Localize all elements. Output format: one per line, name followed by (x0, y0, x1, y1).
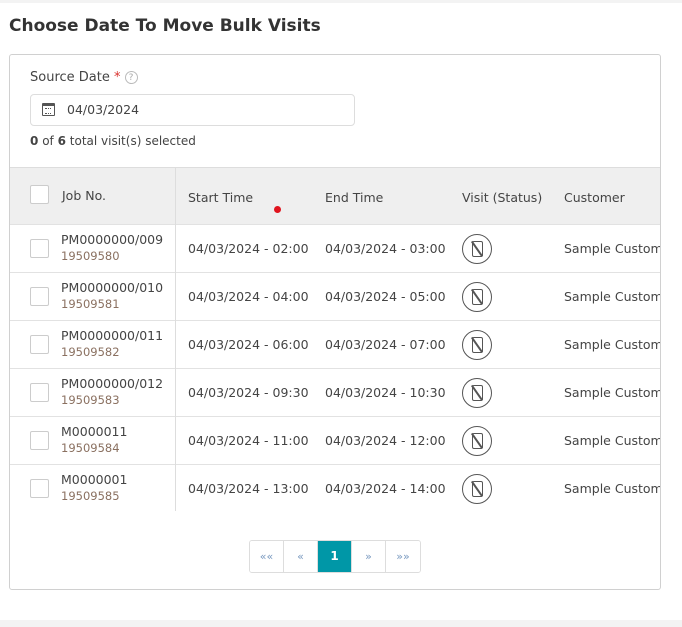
select-all-checkbox[interactable] (30, 185, 49, 204)
source-date-input[interactable]: 04/03/2024 (30, 94, 355, 126)
customer: Sample Customer (564, 385, 661, 400)
row-checkbox[interactable] (30, 335, 49, 354)
table-row[interactable]: PM0000000/010 19509581 04/03/2024 - 04:0… (10, 272, 661, 320)
end-time: 04/03/2024 - 03:00 (325, 241, 446, 256)
customer: Sample Customer (564, 289, 661, 304)
top-strip (0, 0, 682, 3)
job-id: 19509580 (61, 249, 120, 263)
page-title: Choose Date To Move Bulk Visits (9, 16, 321, 36)
start-time: 04/03/2024 - 13:00 (188, 481, 309, 496)
row-checkbox[interactable] (30, 287, 49, 306)
required-mark: * (114, 70, 121, 85)
col-end-time[interactable]: End Time (325, 190, 383, 205)
job-id: 19509581 (61, 297, 120, 311)
end-time: 04/03/2024 - 12:00 (325, 433, 446, 448)
start-time: 04/03/2024 - 02:00 (188, 241, 309, 256)
row-checkbox[interactable] (30, 431, 49, 450)
job-number[interactable]: M0000001 (61, 472, 127, 487)
row-checkbox[interactable] (30, 479, 49, 498)
end-time: 04/03/2024 - 07:00 (325, 337, 446, 352)
pagination: «« « 1 » »» (249, 540, 421, 573)
end-time: 04/03/2024 - 05:00 (325, 289, 446, 304)
end-time: 04/03/2024 - 10:30 (325, 385, 446, 400)
job-number[interactable]: PM0000000/010 (61, 280, 163, 295)
col-customer[interactable]: Customer (564, 190, 625, 205)
table-row[interactable]: M0000001 19509585 04/03/2024 - 13:00 04/… (10, 464, 661, 512)
job-id: 19509583 (61, 393, 120, 407)
sticky-column-divider (175, 167, 176, 511)
mobile-off-icon (462, 234, 492, 264)
selection-count: 0 of 6 total visit(s) selected (30, 134, 196, 148)
bulk-move-card: Source Date *? 04/03/2024 0 of 6 total v… (9, 54, 661, 590)
job-number[interactable]: PM0000000/011 (61, 328, 163, 343)
source-date-label: Source Date *? (30, 70, 138, 85)
mobile-off-icon (462, 282, 492, 312)
customer: Sample Customer (564, 337, 661, 352)
start-time: 04/03/2024 - 04:00 (188, 289, 309, 304)
mobile-off-icon (462, 474, 492, 504)
mobile-off-icon (462, 426, 492, 456)
table-header: Job No. Start Time End Time Visit (Statu… (10, 167, 660, 224)
col-visit-status[interactable]: Visit (Status) (462, 190, 542, 205)
start-time: 04/03/2024 - 11:00 (188, 433, 309, 448)
question-circle-icon[interactable]: ? (124, 71, 138, 84)
prev-page-button[interactable]: « (284, 541, 318, 572)
col-job-no[interactable]: Job No. (62, 188, 106, 203)
table-row[interactable]: PM0000000/009 19509580 04/03/2024 - 02:0… (10, 224, 661, 272)
table-row[interactable]: PM0000000/011 19509582 04/03/2024 - 06:0… (10, 320, 661, 368)
job-id: 19509584 (61, 441, 120, 455)
table-row[interactable]: M0000011 19509584 04/03/2024 - 11:00 04/… (10, 416, 661, 464)
visits-table: Job No. Start Time End Time Visit (Statu… (10, 167, 661, 527)
job-number[interactable]: PM0000000/012 (61, 376, 163, 391)
job-number[interactable]: PM0000000/009 (61, 232, 163, 247)
table-row[interactable]: PM0000000/012 19509583 04/03/2024 - 09:3… (10, 368, 661, 416)
end-time: 04/03/2024 - 14:00 (325, 481, 446, 496)
page-1-button[interactable]: 1 (318, 541, 352, 572)
job-number[interactable]: M0000011 (61, 424, 127, 439)
start-time: 04/03/2024 - 06:00 (188, 337, 309, 352)
customer: Sample Customer (564, 433, 661, 448)
job-id: 19509582 (61, 345, 120, 359)
job-id: 19509585 (61, 489, 120, 503)
col-start-time[interactable]: Start Time (188, 190, 253, 205)
row-checkbox[interactable] (30, 239, 49, 258)
red-dot-indicator (274, 206, 281, 213)
customer: Sample Customer (564, 481, 661, 496)
mobile-off-icon (462, 330, 492, 360)
mobile-off-icon (462, 378, 492, 408)
first-page-button[interactable]: «« (250, 541, 284, 572)
last-page-button[interactable]: »» (386, 541, 420, 572)
start-time: 04/03/2024 - 09:30 (188, 385, 309, 400)
row-checkbox[interactable] (30, 383, 49, 402)
bottom-strip (0, 620, 682, 627)
customer: Sample Customer (564, 241, 661, 256)
calendar-icon (42, 103, 55, 116)
next-page-button[interactable]: » (352, 541, 386, 572)
